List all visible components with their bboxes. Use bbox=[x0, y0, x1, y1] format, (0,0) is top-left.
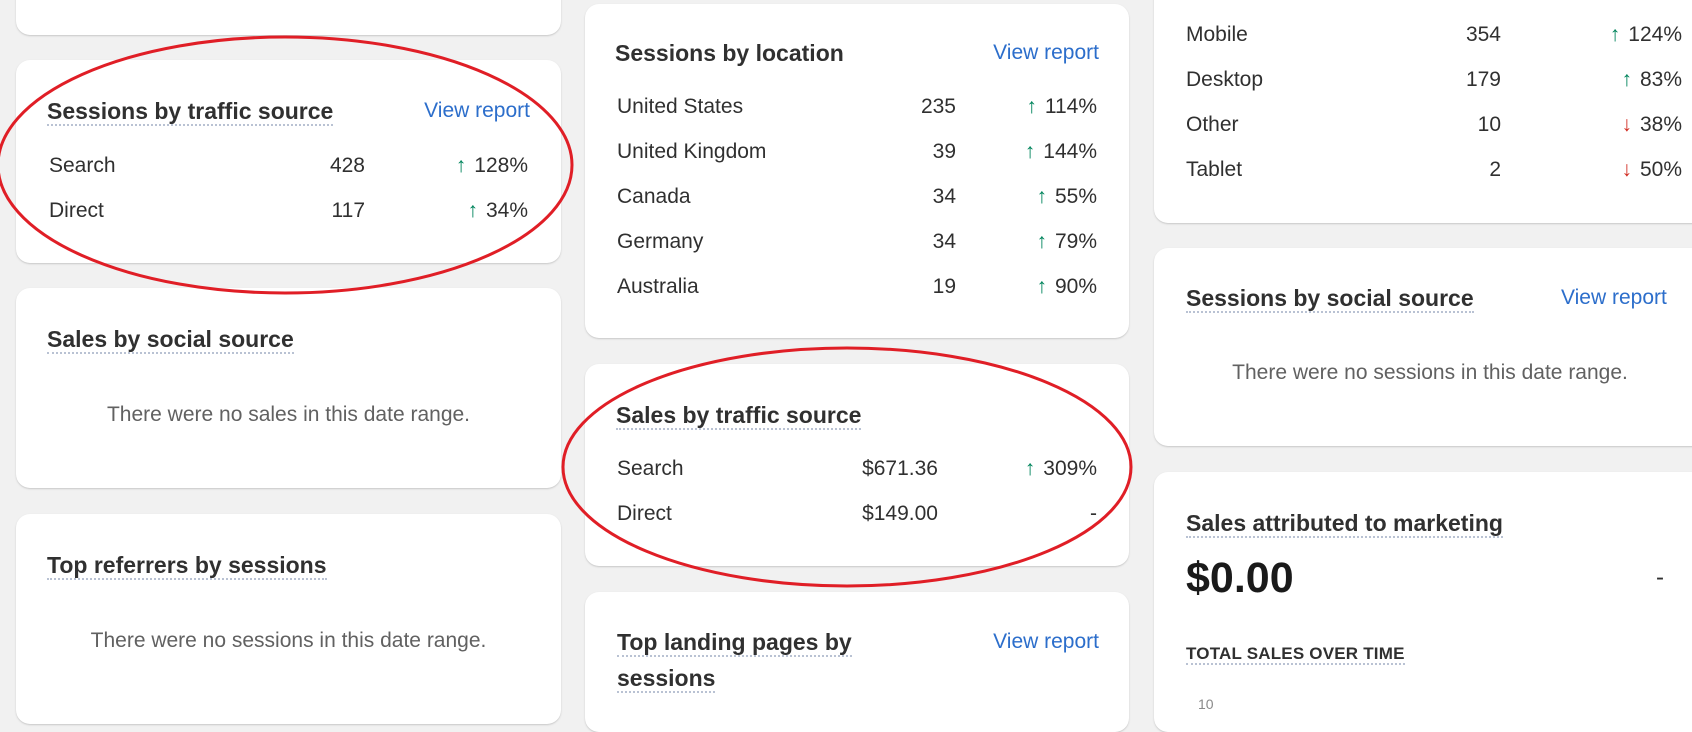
sessions-by-traffic-source-card: Sessions by traffic source View report S… bbox=[16, 60, 561, 263]
arrow-up-icon: ↑ bbox=[1026, 95, 1037, 118]
row-change: ↑ 309% bbox=[1025, 454, 1097, 484]
arrow-up-icon: ↑ bbox=[1036, 230, 1047, 253]
card-title: Sessions by location bbox=[615, 40, 844, 66]
arrow-up-icon: ↑ bbox=[1621, 68, 1632, 91]
empty-state-text: There were no sessions in this date rang… bbox=[1232, 361, 1628, 384]
card-title[interactable]: Sessions by social source bbox=[1186, 283, 1474, 313]
card-title[interactable]: Top referrers by sessions bbox=[47, 550, 327, 580]
row-value: 354 bbox=[1465, 23, 1501, 46]
card-title[interactable]: Sales by social source bbox=[47, 324, 294, 354]
table-row: Germany 34 ↑ 79% bbox=[585, 227, 1129, 257]
sessions-by-device-card: Mobile 354 ↑ 124% Desktop 179 ↑ 83% Other … bbox=[1154, 0, 1692, 223]
row-label: Australia bbox=[617, 275, 699, 298]
row-label: Direct bbox=[617, 502, 672, 525]
table-row: Canada 34 ↑ 55% bbox=[585, 182, 1129, 212]
view-report-link[interactable]: View report bbox=[993, 627, 1099, 657]
row-label: United Kingdom bbox=[617, 140, 767, 163]
row-value: 2 bbox=[1489, 158, 1501, 181]
row-change: ↑ 79% bbox=[1036, 227, 1097, 257]
arrow-down-icon: ↓ bbox=[1621, 158, 1632, 181]
row-value: $149.00 bbox=[862, 502, 938, 525]
row-label: Other bbox=[1186, 113, 1239, 136]
empty-state-text: There were no sales in this date range. bbox=[106, 403, 471, 426]
arrow-up-icon: ↑ bbox=[455, 154, 467, 177]
row-value: 34 bbox=[932, 185, 956, 208]
row-value: 10 bbox=[1477, 113, 1501, 136]
sales-by-traffic-source-card: Sales by traffic source Search $671.36 ↑… bbox=[585, 364, 1129, 566]
table-row: Desktop 179 ↑ 83% bbox=[1154, 65, 1692, 95]
row-change: ↓ 50% bbox=[1621, 155, 1682, 185]
card-title[interactable]: Sales by traffic source bbox=[616, 400, 862, 430]
row-value: 117 bbox=[331, 199, 365, 222]
row-change: ↑ 83% bbox=[1621, 65, 1682, 95]
row-label: Tablet bbox=[1186, 158, 1243, 181]
top-referrers-card: Top referrers by sessions There were no … bbox=[16, 514, 561, 724]
row-change: ↑ 34% bbox=[467, 196, 528, 226]
arrow-up-icon: ↑ bbox=[1036, 185, 1047, 208]
table-row: Search 428 ↑ 128% bbox=[16, 151, 561, 181]
arrow-up-icon: ↑ bbox=[1036, 275, 1047, 298]
row-change: ↑ 144% bbox=[1025, 137, 1097, 167]
row-change: ↑ 128% bbox=[456, 151, 528, 181]
sales-attributed-to-marketing-card: Sales attributed to marketing $0.00 - TO… bbox=[1154, 472, 1692, 732]
card-title[interactable]: Sessions by traffic source bbox=[47, 96, 334, 126]
sessions-by-location-card: Sessions by location View report United … bbox=[585, 4, 1129, 338]
table-row: Mobile 354 ↑ 124% bbox=[1154, 20, 1692, 50]
card-title[interactable]: Top landing pages by sessions bbox=[617, 624, 917, 696]
total-amount: $0.00 bbox=[1186, 554, 1294, 602]
view-report-link[interactable]: View report bbox=[424, 96, 530, 126]
row-value: 34 bbox=[932, 230, 956, 253]
row-change: - bbox=[1090, 502, 1097, 525]
top-partial-card bbox=[16, 0, 561, 35]
row-change: ↑ 90% bbox=[1036, 272, 1097, 302]
row-value: 235 bbox=[920, 95, 956, 118]
row-label: Direct bbox=[49, 199, 104, 222]
row-label: Search bbox=[617, 457, 684, 480]
axis-tick-label: 10 bbox=[1198, 696, 1214, 712]
view-report-link[interactable]: View report bbox=[993, 38, 1099, 68]
view-report-link[interactable]: View report bbox=[1561, 283, 1667, 313]
row-change: ↑ 114% bbox=[1026, 92, 1097, 122]
table-row: United Kingdom 39 ↑ 144% bbox=[585, 137, 1129, 167]
table-row: Tablet 2 ↓ 50% bbox=[1154, 155, 1692, 185]
table-row: Direct $149.00 - bbox=[585, 499, 1129, 529]
row-label: Canada bbox=[617, 185, 691, 208]
table-row: Australia 19 ↑ 90% bbox=[585, 272, 1129, 302]
row-value: 19 bbox=[932, 275, 956, 298]
arrow-up-icon: ↑ bbox=[467, 199, 478, 222]
sales-by-social-source-card: Sales by social source There were no sal… bbox=[16, 288, 561, 488]
card-title[interactable]: Sales attributed to marketing bbox=[1186, 508, 1503, 538]
row-label: Desktop bbox=[1186, 68, 1264, 91]
row-label: United States bbox=[617, 95, 744, 118]
sessions-by-social-source-card: Sessions by social source View report Th… bbox=[1154, 248, 1692, 446]
arrow-up-icon: ↑ bbox=[1609, 23, 1621, 46]
table-row: United States 235 ↑ 114% bbox=[585, 92, 1129, 122]
arrow-up-icon: ↑ bbox=[1024, 457, 1036, 480]
row-label: Germany bbox=[617, 230, 704, 253]
arrow-down-icon: ↓ bbox=[1621, 113, 1632, 136]
row-change: ↓ 38% bbox=[1621, 110, 1682, 140]
row-change: ↑ 124% bbox=[1610, 20, 1682, 50]
chart-subtitle[interactable]: TOTAL SALES OVER TIME bbox=[1186, 642, 1405, 666]
top-landing-pages-card: Top landing pages by sessions View repor… bbox=[585, 592, 1129, 732]
amount-change: - bbox=[1656, 564, 1664, 591]
empty-state-text: There were no sessions in this date rang… bbox=[90, 629, 487, 652]
row-value: $671.36 bbox=[862, 457, 938, 480]
table-row: Other 10 ↓ 38% bbox=[1154, 110, 1692, 140]
row-label: Search bbox=[49, 154, 116, 177]
row-value: 39 bbox=[932, 140, 956, 163]
table-row: Search $671.36 ↑ 309% bbox=[585, 454, 1129, 484]
row-label: Mobile bbox=[1186, 23, 1248, 46]
row-value: 179 bbox=[1465, 68, 1501, 91]
arrow-up-icon: ↑ bbox=[1024, 140, 1036, 163]
row-change: ↑ 55% bbox=[1036, 182, 1097, 212]
row-value: 428 bbox=[329, 154, 365, 177]
table-row: Direct 117 ↑ 34% bbox=[16, 196, 561, 226]
